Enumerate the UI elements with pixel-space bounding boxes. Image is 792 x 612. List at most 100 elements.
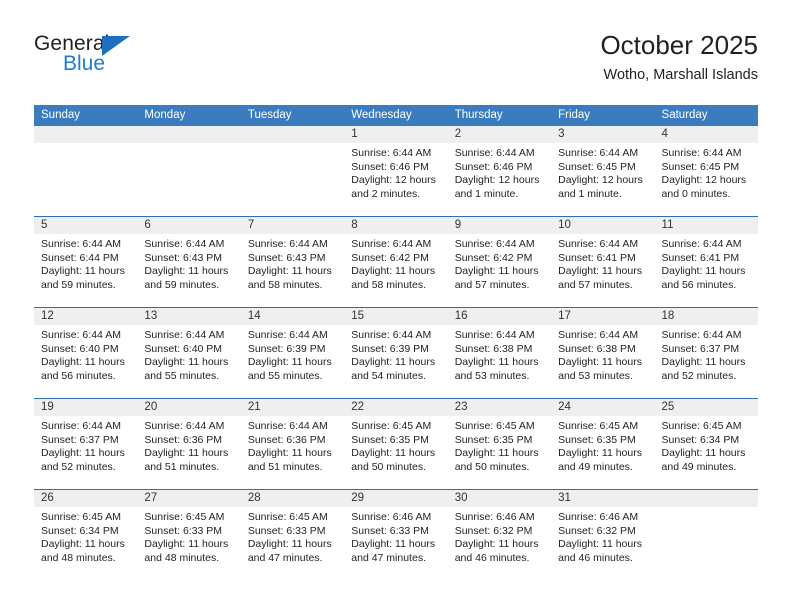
calendar-day-cell-empty bbox=[240, 126, 345, 216]
day-number: 1 bbox=[344, 126, 448, 143]
day-sun-info: Sunrise: 6:45 AM Sunset: 6:35 PM Daylight:… bbox=[448, 416, 551, 474]
sunrise-text: Sunrise: 6:44 AM bbox=[454, 147, 535, 159]
calendar-day-cell[interactable]: 22 Sunrise: 6:45 AM Sunset: 6:35 PM Dayligh… bbox=[344, 399, 448, 489]
sunrise-text: Sunrise: 6:44 AM bbox=[144, 420, 225, 432]
sunrise-text: Sunrise: 6:44 AM bbox=[351, 147, 432, 159]
calendar-day-cell[interactable]: 27 Sunrise: 6:45 AM Sunset: 6:33 PM Dayligh… bbox=[137, 490, 241, 580]
sunset-text: Sunset: 6:36 PM bbox=[247, 433, 326, 446]
calendar-day-cell[interactable]: 10 Sunrise: 6:44 AM Sunset: 6:41 PM Dayligh… bbox=[551, 217, 655, 307]
daylight-text: Daylight: 11 hours and 55 minutes. bbox=[247, 356, 332, 382]
weekday-header-friday: Friday bbox=[558, 109, 591, 121]
sunrise-text: Sunrise: 6:44 AM bbox=[351, 238, 432, 250]
day-number: 6 bbox=[137, 217, 241, 234]
sunset-text: Sunset: 6:33 PM bbox=[144, 524, 223, 537]
daylight-text: Daylight: 12 hours and 1 minute. bbox=[558, 174, 643, 200]
day-sun-info: Sunrise: 6:44 AM Sunset: 6:45 PM Daylight:… bbox=[655, 143, 758, 201]
day-sun-info: Sunrise: 6:45 AM Sunset: 6:35 PM Daylight:… bbox=[344, 416, 447, 474]
sunrise-text: Sunrise: 6:44 AM bbox=[247, 420, 328, 432]
day-sun-info: Sunrise: 6:44 AM Sunset: 6:46 PM Daylight:… bbox=[344, 143, 447, 201]
day-number: 14 bbox=[240, 308, 345, 325]
calendar-day-cell[interactable]: 29 Sunrise: 6:46 AM Sunset: 6:33 PM Dayligh… bbox=[344, 490, 448, 580]
weekday-header-sunday: Sunday bbox=[41, 109, 81, 121]
day-sun-info: Sunrise: 6:44 AM Sunset: 6:41 PM Daylight:… bbox=[551, 234, 654, 292]
calendar-week-row: 26 Sunrise: 6:45 AM Sunset: 6:34 PM Dayligh… bbox=[34, 489, 758, 580]
calendar-day-cell[interactable]: 21 Sunrise: 6:44 AM Sunset: 6:36 PM Dayligh… bbox=[240, 399, 345, 489]
calendar-day-cell[interactable]: 4 Sunrise: 6:44 AM Sunset: 6:45 PM Daylight… bbox=[654, 126, 758, 216]
calendar-day-cell[interactable]: 16 Sunrise: 6:44 AM Sunset: 6:38 PM Dayligh… bbox=[447, 308, 552, 398]
calendar-day-cell[interactable]: 5 Sunrise: 6:44 AM Sunset: 6:44 PM Daylight… bbox=[34, 217, 138, 307]
day-sun-info: Sunrise: 6:44 AM Sunset: 6:43 PM Daylight:… bbox=[241, 234, 344, 292]
day-number: 18 bbox=[654, 308, 758, 325]
calendar-day-cell[interactable]: 24 Sunrise: 6:45 AM Sunset: 6:35 PM Dayligh… bbox=[551, 399, 655, 489]
day-number: 31 bbox=[551, 490, 655, 507]
sunset-text: Sunset: 6:37 PM bbox=[41, 433, 119, 446]
day-sun-info: Sunrise: 6:44 AM Sunset: 6:40 PM Daylight:… bbox=[34, 325, 137, 383]
calendar-day-cell[interactable]: 9 Sunrise: 6:44 AM Sunset: 6:42 PM Daylight… bbox=[447, 217, 552, 307]
weekday-header-thursday: Thursday bbox=[454, 109, 503, 121]
calendar-day-cell[interactable]: 14 Sunrise: 6:44 AM Sunset: 6:39 PM Dayligh… bbox=[240, 308, 345, 398]
calendar-day-cell[interactable]: 20 Sunrise: 6:44 AM Sunset: 6:36 PM Dayligh… bbox=[137, 399, 241, 489]
daylight-text: Daylight: 11 hours and 47 minutes. bbox=[351, 538, 436, 564]
sunrise-text: Sunrise: 6:45 AM bbox=[41, 511, 121, 523]
calendar-day-cell[interactable]: 15 Sunrise: 6:44 AM Sunset: 6:39 PM Dayligh… bbox=[344, 308, 448, 398]
logo-text-blue: Blue bbox=[63, 52, 106, 75]
calendar-day-cell[interactable]: 2 Sunrise: 6:44 AM Sunset: 6:46 PM Daylight… bbox=[447, 126, 552, 216]
sunrise-text: Sunrise: 6:44 AM bbox=[454, 238, 535, 250]
day-sun-info: Sunrise: 6:44 AM Sunset: 6:37 PM Daylight:… bbox=[34, 416, 137, 474]
calendar-day-cell[interactable]: 19 Sunrise: 6:44 AM Sunset: 6:37 PM Dayligh… bbox=[34, 399, 138, 489]
generalblue-logo: General Blue bbox=[34, 32, 234, 88]
calendar-day-cell[interactable]: 25 Sunrise: 6:45 AM Sunset: 6:34 PM Dayligh… bbox=[654, 399, 758, 489]
calendar-day-cell[interactable]: 13 Sunrise: 6:44 AM Sunset: 6:40 PM Dayligh… bbox=[137, 308, 241, 398]
calendar-day-cell[interactable]: 26 Sunrise: 6:45 AM Sunset: 6:34 PM Dayligh… bbox=[34, 490, 138, 580]
daylight-text: Daylight: 11 hours and 58 minutes. bbox=[351, 265, 436, 291]
sunset-text: Sunset: 6:38 PM bbox=[454, 342, 533, 355]
sunrise-text: Sunrise: 6:45 AM bbox=[351, 420, 432, 432]
sunrise-text: Sunrise: 6:45 AM bbox=[661, 420, 742, 432]
calendar-week-row: 19 Sunrise: 6:44 AM Sunset: 6:37 PM Dayligh… bbox=[34, 398, 758, 489]
day-sun-info: Sunrise: 6:45 AM Sunset: 6:33 PM Daylight:… bbox=[241, 507, 344, 565]
calendar-day-cell[interactable]: 3 Sunrise: 6:44 AM Sunset: 6:45 PM Daylight… bbox=[551, 126, 655, 216]
calendar-day-cell[interactable]: 31 Sunrise: 6:46 AM Sunset: 6:32 PM Dayligh… bbox=[551, 490, 655, 580]
calendar-day-cell[interactable]: 6 Sunrise: 6:44 AM Sunset: 6:43 PM Daylight… bbox=[137, 217, 241, 307]
weekday-header-wednesday: Wednesday bbox=[351, 109, 412, 121]
sunset-text: Sunset: 6:33 PM bbox=[351, 524, 429, 537]
day-sun-info: Sunrise: 6:46 AM Sunset: 6:33 PM Daylight:… bbox=[344, 507, 447, 565]
calendar-day-cell[interactable]: 18 Sunrise: 6:44 AM Sunset: 6:37 PM Dayligh… bbox=[654, 308, 758, 398]
day-sun-info: Sunrise: 6:44 AM Sunset: 6:38 PM Daylight:… bbox=[551, 325, 654, 383]
sunrise-text: Sunrise: 6:46 AM bbox=[454, 511, 535, 523]
calendar-day-cell[interactable]: 30 Sunrise: 6:46 AM Sunset: 6:32 PM Dayligh… bbox=[447, 490, 552, 580]
calendar-day-cell[interactable]: 23 Sunrise: 6:45 AM Sunset: 6:35 PM Dayligh… bbox=[447, 399, 552, 489]
calendar-day-cell[interactable]: 11 Sunrise: 6:44 AM Sunset: 6:41 PM Dayligh… bbox=[654, 217, 758, 307]
calendar-day-cell[interactable]: 17 Sunrise: 6:44 AM Sunset: 6:38 PM Dayligh… bbox=[551, 308, 655, 398]
day-sun-info: Sunrise: 6:45 AM Sunset: 6:34 PM Daylight:… bbox=[655, 416, 758, 474]
calendar-day-cell[interactable]: 12 Sunrise: 6:44 AM Sunset: 6:40 PM Dayligh… bbox=[34, 308, 138, 398]
day-sun-info: Sunrise: 6:44 AM Sunset: 6:39 PM Daylight:… bbox=[241, 325, 344, 383]
day-number: 3 bbox=[551, 126, 655, 143]
day-number bbox=[137, 126, 241, 143]
calendar-grid: Sunday Monday Tuesday Wednesday Thursday… bbox=[34, 105, 758, 580]
day-sun-info: Sunrise: 6:44 AM Sunset: 6:42 PM Daylight:… bbox=[344, 234, 447, 292]
weekday-header-monday: Monday bbox=[144, 109, 186, 121]
daylight-text: Daylight: 11 hours and 57 minutes. bbox=[454, 265, 539, 291]
calendar-day-cell[interactable]: 1 Sunrise: 6:44 AM Sunset: 6:46 PM Daylight… bbox=[344, 126, 448, 216]
day-number: 27 bbox=[137, 490, 241, 507]
day-sun-info: Sunrise: 6:44 AM Sunset: 6:36 PM Daylight:… bbox=[241, 416, 344, 474]
sunset-text: Sunset: 6:32 PM bbox=[558, 524, 636, 537]
day-number: 13 bbox=[137, 308, 241, 325]
day-number: 29 bbox=[344, 490, 448, 507]
calendar-day-cell[interactable]: 7 Sunrise: 6:44 AM Sunset: 6:43 PM Daylight… bbox=[240, 217, 345, 307]
day-number bbox=[34, 126, 138, 143]
daylight-text: Daylight: 11 hours and 46 minutes. bbox=[558, 538, 642, 564]
calendar-day-cell-empty bbox=[137, 126, 241, 216]
calendar-day-cell[interactable]: 28 Sunrise: 6:45 AM Sunset: 6:33 PM Dayligh… bbox=[240, 490, 345, 580]
daylight-text: Daylight: 11 hours and 49 minutes. bbox=[558, 447, 642, 473]
sunset-text: Sunset: 6:46 PM bbox=[454, 160, 533, 173]
sunrise-text: Sunrise: 6:46 AM bbox=[351, 511, 432, 523]
daylight-text: Daylight: 11 hours and 55 minutes. bbox=[144, 356, 229, 382]
sunrise-text: Sunrise: 6:44 AM bbox=[558, 238, 639, 250]
day-sun-info: Sunrise: 6:44 AM Sunset: 6:42 PM Daylight:… bbox=[448, 234, 551, 292]
sunrise-text: Sunrise: 6:44 AM bbox=[144, 238, 225, 250]
day-number: 23 bbox=[447, 399, 552, 416]
sunset-text: Sunset: 6:35 PM bbox=[558, 433, 636, 446]
calendar-day-cell[interactable]: 8 Sunrise: 6:44 AM Sunset: 6:42 PM Daylight… bbox=[344, 217, 448, 307]
